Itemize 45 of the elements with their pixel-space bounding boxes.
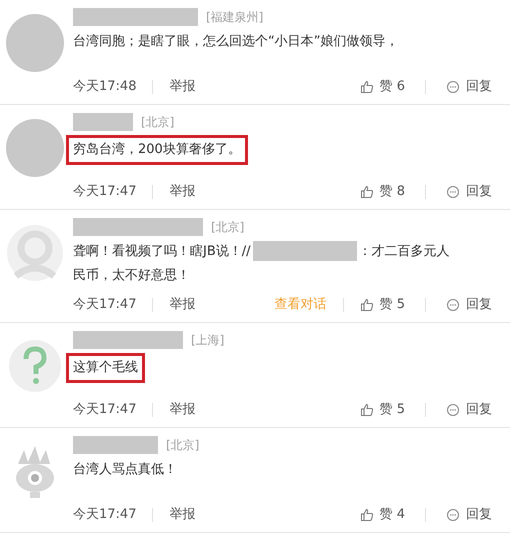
location-text: [福建泉州] [206,9,264,26]
location-text: [北京] [141,114,174,131]
reply-button[interactable]: 回复 [446,77,492,97]
comment-icon [446,298,460,312]
person-avatar-icon [6,224,64,282]
comment-text: ：才二百多元人 [358,244,450,259]
like-button[interactable]: 赞 5 [360,400,405,420]
location-text: [上海] [191,332,224,349]
like-button[interactable]: 赞 4 [360,505,405,525]
like-button[interactable]: 赞 8 [360,182,405,202]
question-mark-avatar-icon [6,337,64,395]
reply-button[interactable]: 回复 [446,505,492,525]
redacted-name [73,113,133,131]
thumbs-up-icon [360,185,374,199]
comment-icon [446,508,460,522]
comment-text: 这算个毛线 [73,360,138,375]
like-button[interactable]: 赞 6 [360,77,405,97]
reply-button[interactable]: 回复 [446,400,492,420]
thumbs-up-icon [360,403,374,417]
report-link[interactable]: 举报 [169,182,196,202]
thumbs-up-icon [360,508,374,522]
thumbs-up-icon [360,298,374,312]
report-link[interactable]: 举报 [169,400,196,420]
report-link[interactable]: 举报 [169,505,196,525]
comment-icon [446,185,460,199]
timestamp: 今天17:47 [73,401,136,420]
comment-text: 穷岛台湾，200块算奢侈了。 [73,142,241,157]
comment-icon [446,403,460,417]
reply-button[interactable]: 回复 [446,182,492,202]
comment-text: 台湾同胞；是瞎了眼，怎么回选个“小日本”娘们做领导， [73,34,398,49]
timestamp: 今天17:47 [73,183,136,202]
report-link[interactable]: 举报 [169,295,196,315]
comment-text: 聋啊！看视频了吗！瞎JB说！// [73,244,251,259]
location-text: [北京] [211,219,244,236]
timestamp: 今天17:47 [73,296,136,314]
thumbs-up-icon [360,80,374,94]
timestamp: 今天17:48 [73,78,136,96]
reply-button[interactable]: 回复 [446,295,492,315]
like-button[interactable]: 赞 5 [360,295,405,315]
comment-text: 民币，太不好意思！ [73,268,190,283]
comment-icon [446,80,460,94]
location-text: [北京] [166,437,200,454]
report-link[interactable]: 举报 [169,77,196,97]
timestamp: 今天17:47 [73,506,136,524]
comment-text: 台湾人骂点真低！ [73,462,177,477]
